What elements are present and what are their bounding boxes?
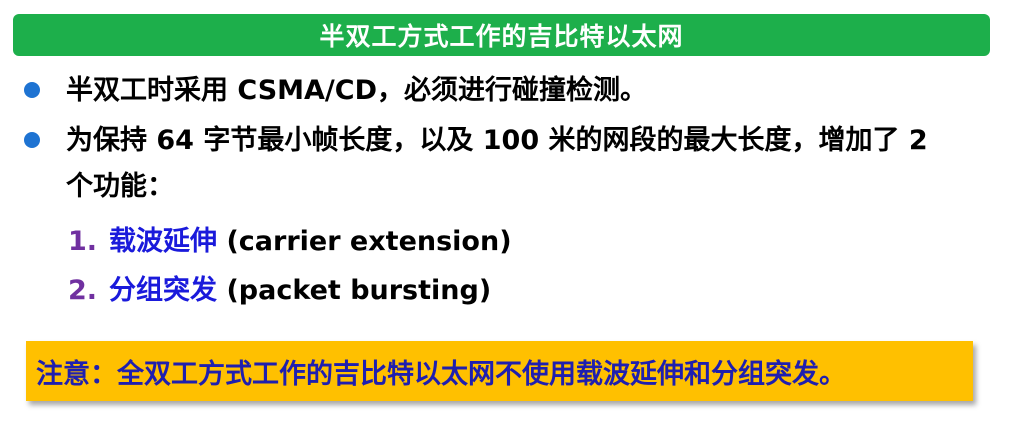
sub-item-number: 2. bbox=[68, 275, 98, 306]
sub-item-english: (packet bursting) bbox=[226, 275, 492, 306]
sub-item-term: 载波延伸 bbox=[109, 226, 218, 257]
note-callout: 注意：全双工方式工作的吉比特以太网不使用载波延伸和分组突发。 bbox=[26, 341, 973, 401]
sub-item-packet-bursting: 2. 分组突发 (packet bursting) bbox=[68, 268, 491, 314]
bullet-text: 半双工时采用 CSMA/CD，必须进行碰撞检测。 bbox=[66, 75, 648, 106]
sub-item-number: 1. bbox=[68, 226, 98, 257]
bullet-item-csma: 半双工时采用 CSMA/CD，必须进行碰撞检测。 bbox=[24, 68, 647, 114]
slide-title: 半双工方式工作的吉比特以太网 bbox=[319, 22, 684, 51]
sub-item-english: (carrier extension) bbox=[226, 226, 512, 257]
bullet-text: 为保持 64 字节最小帧长度，以及 100 米的网段的最大长度，增加了 2 个功… bbox=[66, 125, 928, 202]
bullet-item-features: 为保持 64 字节最小帧长度，以及 100 米的网段的最大长度，增加了 2 个功… bbox=[24, 118, 946, 210]
note-text: 注意：全双工方式工作的吉比特以太网不使用载波延伸和分组突发。 bbox=[36, 358, 846, 390]
bullet-dot-icon bbox=[24, 82, 40, 98]
sub-item-term: 分组突发 bbox=[109, 275, 218, 306]
sub-item-carrier-extension: 1. 载波延伸 (carrier extension) bbox=[68, 219, 512, 265]
title-banner: 半双工方式工作的吉比特以太网 bbox=[13, 14, 990, 56]
bullet-dot-icon bbox=[24, 132, 40, 148]
